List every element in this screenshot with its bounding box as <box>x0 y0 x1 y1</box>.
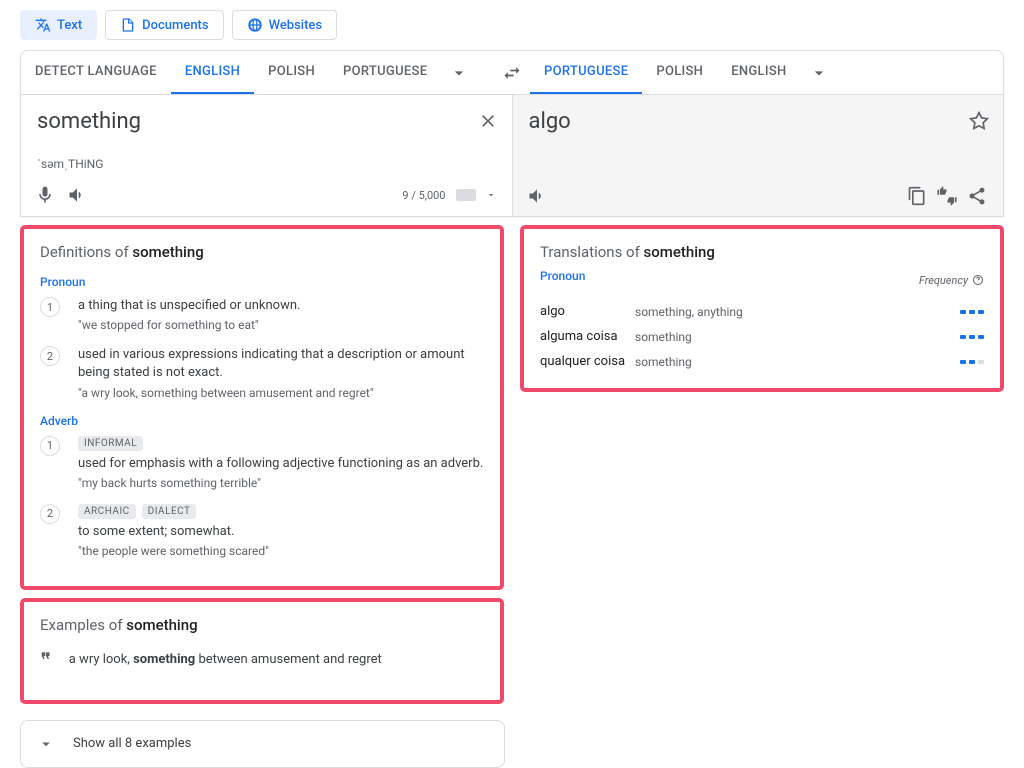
dropdown-icon[interactable] <box>486 190 496 200</box>
source-lang-more[interactable] <box>441 55 477 91</box>
definition-text: used for emphasis with a following adjec… <box>78 455 484 473</box>
frequency-label: Frequency <box>919 274 984 287</box>
definition-tag: DIALECT <box>142 504 197 519</box>
translation-row[interactable]: alguma coisasomething <box>540 324 984 349</box>
show-all-examples[interactable]: Show all 8 examples <box>20 720 505 768</box>
copy-icon <box>907 186 927 206</box>
definition-row: 2 used in various expressions indicating … <box>40 346 484 399</box>
pos-label: Pronoun <box>40 275 484 289</box>
target-lang-more[interactable] <box>801 55 837 91</box>
source-lang-side: DETECT LANGUAGE ENGLISH POLISH PORTUGUES… <box>21 51 494 94</box>
definition-row: 1 a thing that is unspecified or unknown.… <box>40 297 484 332</box>
show-all-label: Show all 8 examples <box>73 736 191 751</box>
tab-websites[interactable]: Websites <box>232 10 338 40</box>
definition-example: "the people were something scared" <box>78 544 484 558</box>
speaker-icon <box>527 186 547 206</box>
definitions-title: Definitions of something <box>40 243 484 261</box>
tab-text[interactable]: Text <box>20 10 97 40</box>
swap-icon <box>502 63 522 83</box>
translations-title: Translations of something <box>540 243 984 261</box>
chevron-down-icon <box>37 735 55 753</box>
definition-tag: ARCHAIC <box>78 504 136 519</box>
translation-word: alguma coisa <box>540 329 635 344</box>
definition-number: 2 <box>40 504 60 524</box>
lang-polish[interactable]: POLISH <box>254 51 329 94</box>
star-icon <box>969 111 989 131</box>
definition-tag: INFORMAL <box>78 436 143 451</box>
speaker-icon <box>67 185 87 205</box>
definition-text: a thing that is unspecified or unknown. <box>78 297 484 315</box>
source-text[interactable]: something <box>21 95 512 153</box>
source-pane: something ˈsəmˌTHiNG 9 / 5,000 <box>21 94 513 216</box>
definitions-panel: Definitions of something Pronoun 1 a thing… <box>20 225 504 590</box>
language-bar: DETECT LANGUAGE ENGLISH POLISH PORTUGUES… <box>21 51 1003 94</box>
translation-synonyms: something <box>635 355 960 369</box>
translate-container: DETECT LANGUAGE ENGLISH POLISH PORTUGUES… <box>20 50 1004 217</box>
tab-websites-label: Websites <box>269 18 323 33</box>
definition-row: 1 INFORMAL used for emphasis with a follow… <box>40 436 484 490</box>
frequency-bars <box>960 335 984 339</box>
lang-portuguese-tgt[interactable]: PORTUGUESE <box>530 51 642 94</box>
translations-panel: Translations of something Pronoun Freque… <box>520 225 1004 392</box>
target-pane: algo <box>513 94 1004 216</box>
help-icon[interactable] <box>972 274 984 286</box>
definition-row: 2 ARCHAIC DIALECT to some extent; somewhat.… <box>40 504 484 558</box>
listen-target-button[interactable] <box>527 186 547 206</box>
char-count: 9 / 5,000 <box>402 189 445 202</box>
share-icon <box>967 186 987 206</box>
lang-detect[interactable]: DETECT LANGUAGE <box>21 51 171 94</box>
quote-icon: ❞ <box>40 648 51 672</box>
examples-title: Examples of something <box>40 616 484 634</box>
definition-number: 2 <box>40 346 60 366</box>
target-text: algo <box>513 95 1004 148</box>
definition-number: 1 <box>40 436 60 456</box>
translation-row[interactable]: qualquer coisasomething <box>540 349 984 374</box>
example-text: a wry look, something between amusement … <box>69 652 382 667</box>
thumbs-icon <box>937 186 957 206</box>
tab-documents[interactable]: Documents <box>105 10 223 40</box>
definition-text: used in various expressions indicating t… <box>78 346 484 382</box>
translation-synonyms: something <box>635 330 960 344</box>
definition-example: "my back hurts something terrible" <box>78 476 484 490</box>
frequency-bars <box>960 310 984 314</box>
translation-word: algo <box>540 304 635 319</box>
close-icon <box>478 111 498 131</box>
definition-example: "we stopped for something to eat" <box>78 318 484 332</box>
source-phonetic: ˈsəmˌTHiNG <box>21 153 512 179</box>
copy-button[interactable] <box>907 186 927 206</box>
target-lang-side: PORTUGUESE POLISH ENGLISH <box>530 51 1003 94</box>
keyboard-button[interactable] <box>456 189 476 201</box>
translation-word: qualquer coisa <box>540 354 635 369</box>
lang-portuguese-src[interactable]: PORTUGUESE <box>329 51 441 94</box>
mic-button[interactable] <box>35 185 55 205</box>
listen-source-button[interactable] <box>67 185 87 205</box>
definition-number: 1 <box>40 297 60 317</box>
document-icon <box>120 17 136 33</box>
definition-text: to some extent; somewhat. <box>78 523 484 541</box>
translate-icon <box>35 17 51 33</box>
feedback-button[interactable] <box>937 186 957 206</box>
translation-row[interactable]: algosomething, anything <box>540 299 984 324</box>
mic-icon <box>35 185 55 205</box>
frequency-bars <box>960 360 984 364</box>
clear-button[interactable] <box>478 111 498 135</box>
tab-documents-label: Documents <box>142 18 208 33</box>
pos-label: Adverb <box>40 414 484 428</box>
globe-icon <box>247 17 263 33</box>
lang-polish-tgt[interactable]: POLISH <box>642 51 717 94</box>
definition-example: "a wry look, something between amusement… <box>78 386 484 400</box>
chevron-down-icon <box>809 63 829 83</box>
swap-languages-button[interactable] <box>494 55 530 91</box>
chevron-down-icon <box>449 63 469 83</box>
lang-english-tgt[interactable]: ENGLISH <box>717 51 800 94</box>
tab-text-label: Text <box>57 18 82 33</box>
trans-pos: Pronoun <box>540 269 585 283</box>
translation-synonyms: something, anything <box>635 305 960 319</box>
lang-english[interactable]: ENGLISH <box>171 51 254 94</box>
save-button[interactable] <box>969 111 989 135</box>
examples-panel: Examples of something ❞ a wry look, some… <box>20 598 504 704</box>
share-button[interactable] <box>967 186 987 206</box>
